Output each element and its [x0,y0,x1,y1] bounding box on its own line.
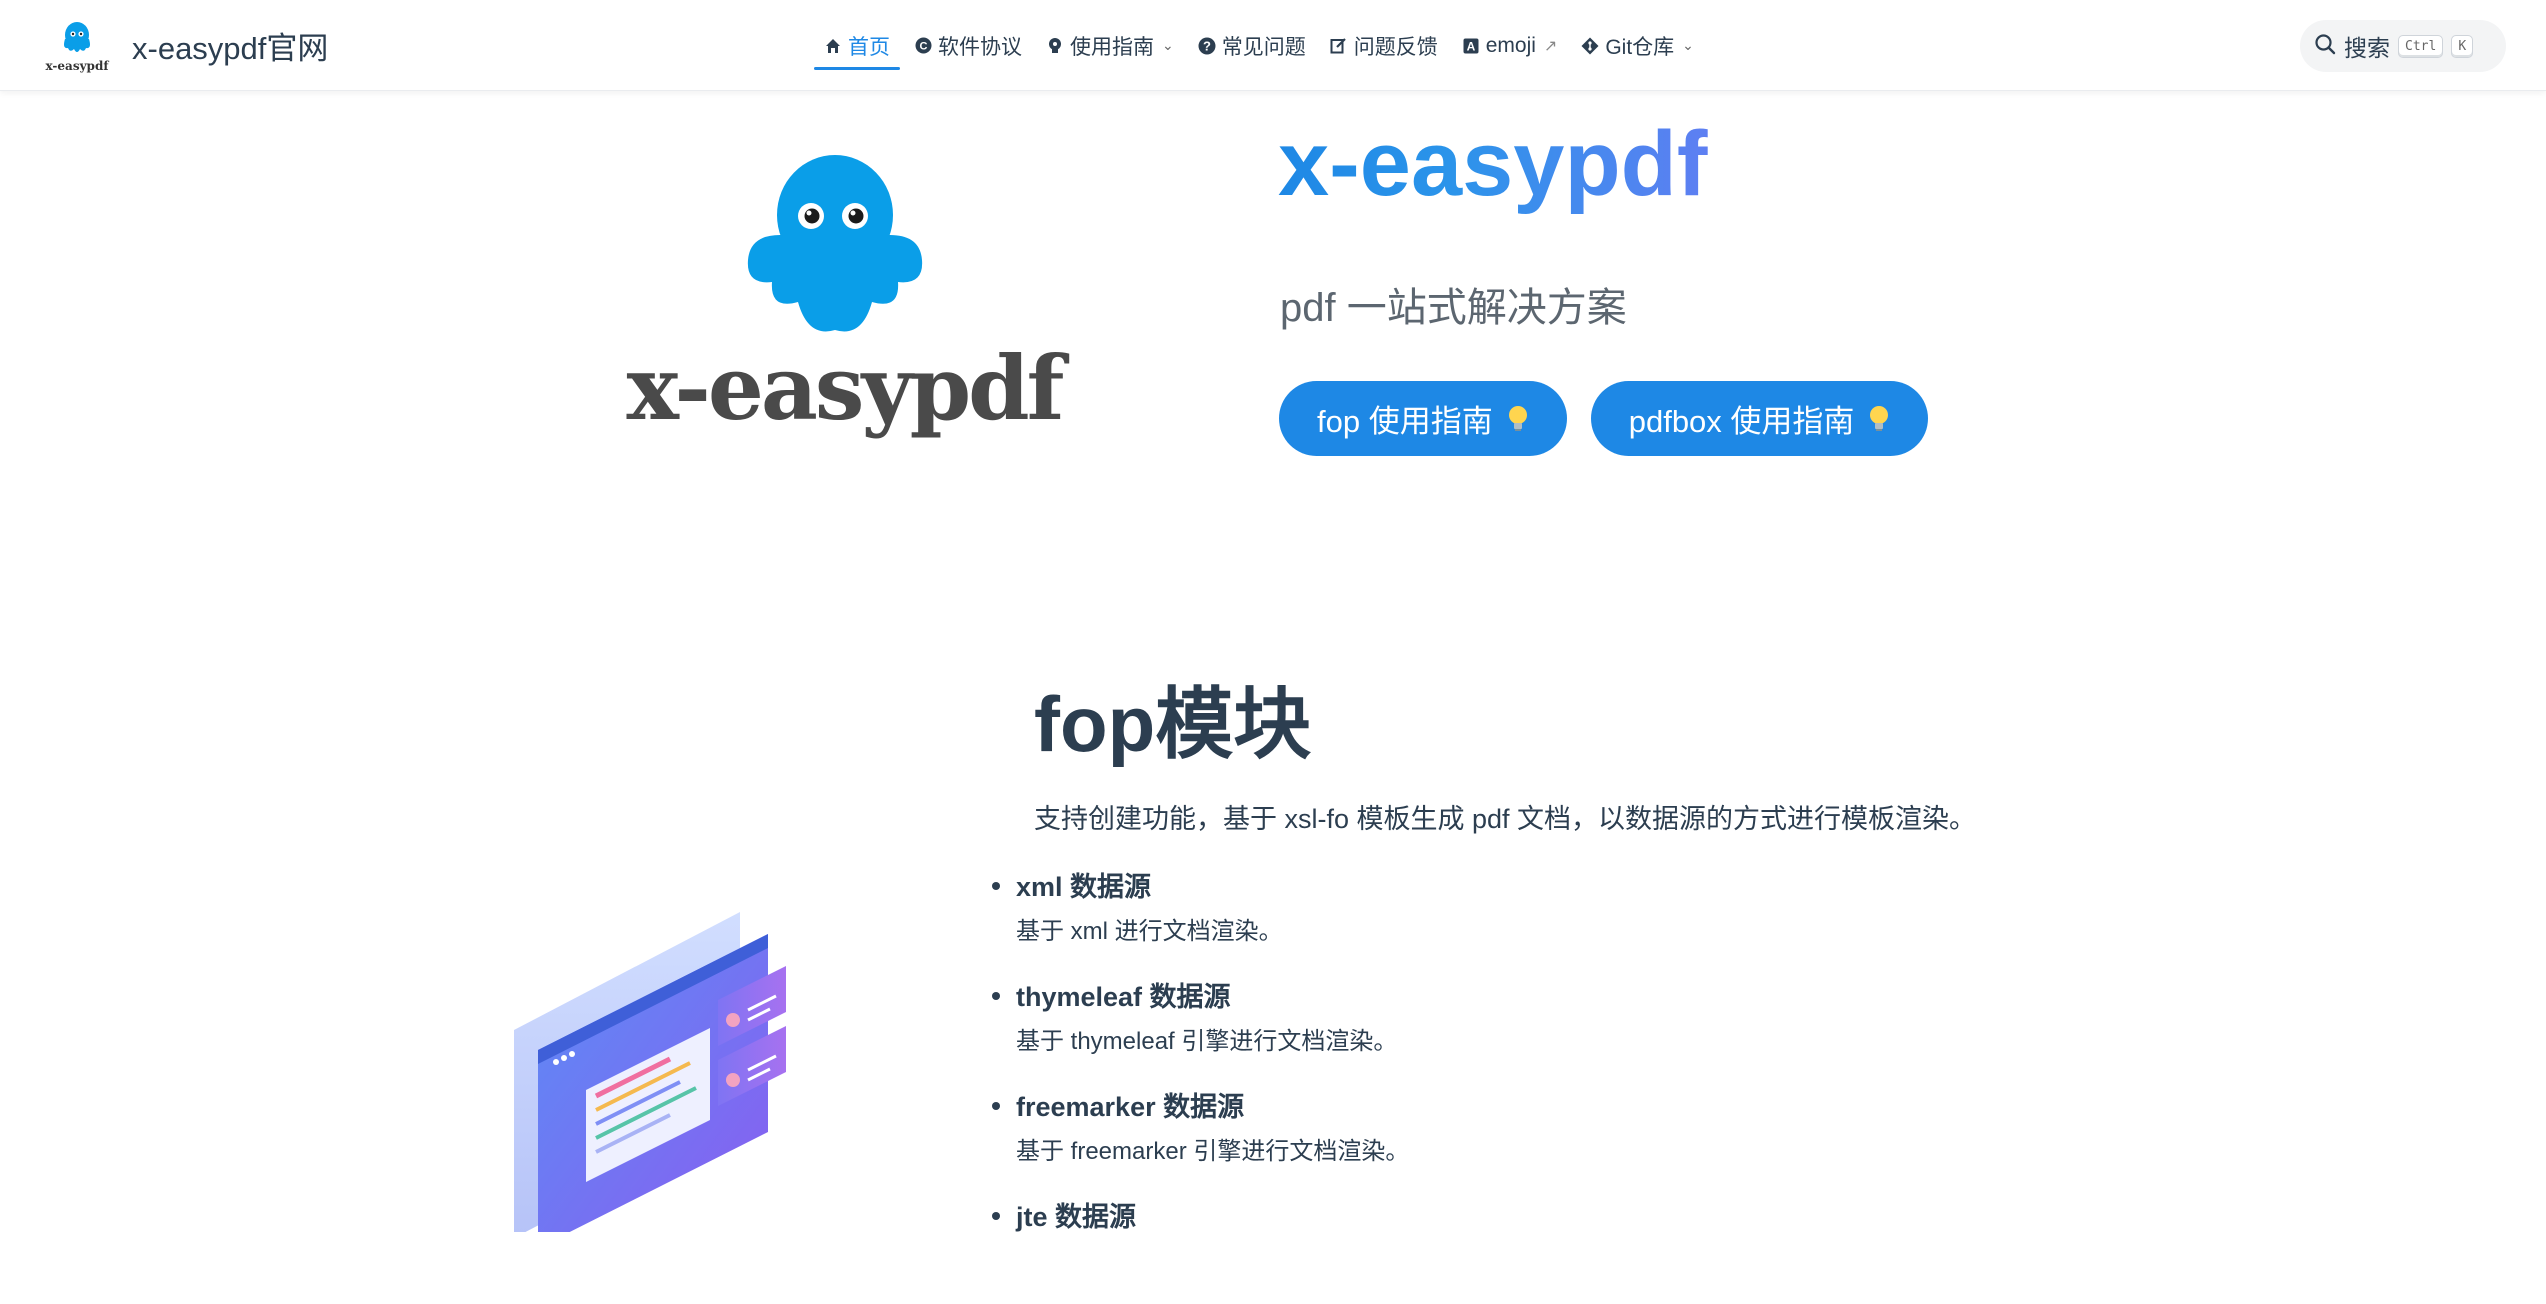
list-item-description: 基于 thymeleaf 引擎进行文档渲染。 [1016,1028,1398,1055]
main-nav: 首页 C 软件协议 使用指南 ⌄ ? 常见问题 问题反馈 A emoji ↗ G… [812,0,1706,91]
list-item-title: thymeleaf 数据源 [1016,982,1231,1012]
list-item-title: xml 数据源 [1016,872,1152,902]
bulb-icon [1046,37,1064,55]
lightbulb-icon [1507,405,1529,433]
feature-illustration [500,900,800,1248]
hero-title: x-easypdf [1278,113,1708,215]
feature-description: 支持创建功能，基于 xsl-fo 模板生成 pdf 文档，以数据源的方式进行模板… [1034,804,1977,834]
nav-license[interactable]: C 软件协议 [902,0,1034,91]
pdfbox-guide-label: pdfbox 使用指南 [1628,404,1855,439]
list-item-title: jte 数据源 [1016,1202,1137,1232]
brand-home-link[interactable]: x-easypdf x-easypdf官网 [42,14,328,76]
svg-text:C: C [919,41,927,53]
svg-text:?: ? [1203,38,1211,53]
shortcut-key-ctrl: Ctrl [2398,34,2444,58]
nav-git[interactable]: Git仓库 ⌄ [1569,0,1706,91]
hero-description: pdf 一站式解决方案 [1280,286,1627,330]
search-label: 搜索 [2344,35,2390,61]
nav-home-label: 首页 [848,35,890,59]
external-link-icon: ↗ [1543,37,1558,55]
nav-guide[interactable]: 使用指南 ⌄ [1034,0,1186,91]
search-icon [2314,33,2336,60]
list-item: freemarker 数据源 基于 freemarker 引擎进行文档渲染。 [990,1084,1409,1194]
search-button[interactable]: 搜索 Ctrl K [2300,20,2506,72]
pdfbox-guide-button[interactable]: pdfbox 使用指南 [1590,381,1929,456]
list-item-description: 基于 freemarker 引擎进行文档渲染。 [1016,1138,1410,1165]
navbar: x-easypdf x-easypdf官网 首页 C 软件协议 使用指南 ⌄ ?… [0,0,2546,91]
nav-license-label: 软件协议 [938,35,1022,59]
nav-guide-label: 使用指南 [1070,35,1154,59]
home-icon [824,37,842,55]
list-item: xml 数据源 基于 xml 进行文档渲染。 [990,864,1409,974]
list-item: jte 数据源 [990,1194,1409,1304]
nav-faq[interactable]: ? 常见问题 [1186,0,1318,91]
list-item-description: 基于 xml 进行文档渲染。 [1016,918,1283,945]
fop-guide-label: fop 使用指南 [1317,404,1493,439]
nav-feedback[interactable]: 问题反馈 [1318,0,1450,91]
edit-icon [1330,37,1348,55]
chevron-down-icon: ⌄ [1162,37,1174,53]
list-item-title: freemarker 数据源 [1016,1092,1245,1122]
brand-title: x-easypdf官网 [132,30,329,66]
git-icon [1581,37,1599,55]
nav-emoji-label: emoji [1485,33,1536,57]
nav-emoji[interactable]: A emoji ↗ [1450,0,1570,91]
hero-actions: fop 使用指南 pdfbox 使用指南 [1279,381,1929,456]
nav-git-label: Git仓库 [1605,35,1675,59]
nav-home[interactable]: 首页 [812,0,902,91]
shortcut-key-k: K [2451,34,2474,58]
question-icon: ? [1198,37,1216,55]
hero-logo-text: x-easypdf [626,336,1064,440]
copyright-icon: C [914,37,932,55]
lightbulb-icon [1868,405,1890,433]
svg-text:A: A [1466,39,1475,53]
nav-faq-label: 常见问题 [1221,35,1306,59]
svg-text:x-easypdf: x-easypdf [45,59,109,73]
feature-title: fop模块 [1034,680,1312,768]
nav-feedback-label: 问题反馈 [1353,35,1438,59]
site-logo: x-easypdf [42,15,112,75]
fop-guide-button[interactable]: fop 使用指南 [1279,381,1567,456]
chevron-down-icon: ⌄ [1682,37,1694,53]
emoji-icon: A [1462,37,1480,55]
feature-list: xml 数据源 基于 xml 进行文档渲染。 thymeleaf 数据源 基于 … [990,864,1409,1304]
list-item: thymeleaf 数据源 基于 thymeleaf 引擎进行文档渲染。 [990,974,1409,1084]
